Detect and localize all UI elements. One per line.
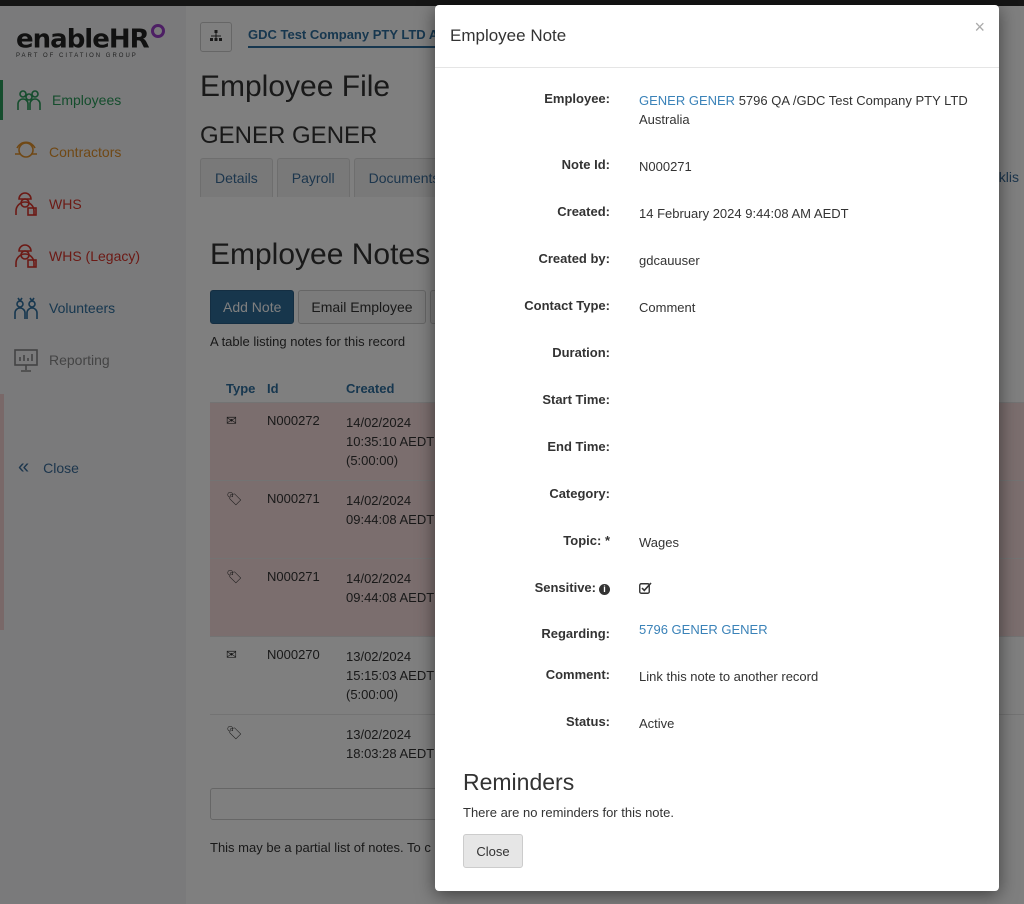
modal-header: Employee Note ×	[435, 5, 999, 68]
reminders-empty-text: There are no reminders for this note.	[463, 805, 674, 820]
reminders-title: Reminders	[463, 769, 575, 795]
field-label: Created:	[557, 204, 610, 219]
field-label: Topic: *	[563, 533, 610, 548]
field-label: Category:	[549, 486, 610, 501]
field-label: Comment:	[545, 667, 610, 682]
field-value: GENER GENER 5796 QA /GDC Test Company PT…	[639, 91, 969, 129]
field-label: End Time:	[547, 439, 610, 454]
field-value: gdcauuser	[639, 253, 700, 268]
modal-title: Employee Note	[450, 26, 567, 45]
field-value: Wages	[639, 535, 679, 550]
field-label: Start Time:	[542, 392, 610, 407]
field-value	[639, 580, 969, 599]
field-value: Active	[639, 716, 675, 731]
field-value: Link this note to another record	[639, 669, 819, 684]
field-label: Regarding:	[541, 626, 610, 641]
field-label: Note Id:	[561, 157, 610, 172]
close-icon[interactable]: ×	[974, 17, 985, 38]
checkbox-checked-icon	[639, 582, 652, 597]
regarding-link[interactable]: 5796 GENER GENER	[639, 620, 969, 639]
sensitive-label: Sensitive:	[534, 580, 596, 595]
field-value: 14 February 2024 9:44:08 AM AEDT	[639, 206, 849, 221]
field-label: Status:	[565, 714, 610, 729]
field-label: Contact Type:	[524, 298, 610, 313]
field-label: Sensitive: i	[435, 580, 610, 595]
employee-link[interactable]: GENER GENER	[639, 93, 735, 108]
field-label: Created by:	[538, 251, 610, 266]
field-label: Duration:	[552, 345, 610, 360]
field-value: Comment	[639, 300, 696, 315]
info-icon[interactable]: i	[599, 584, 610, 595]
close-button[interactable]: Close	[463, 834, 523, 868]
employee-note-modal: Employee Note × Employee: GENER GENER 57…	[435, 5, 999, 891]
field-label: Employee:	[544, 91, 610, 106]
field-value: N000271	[639, 159, 692, 174]
